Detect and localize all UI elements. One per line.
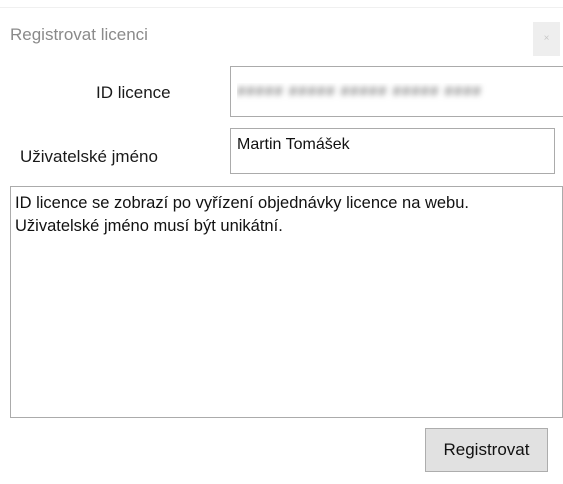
info-line-1: ID licence se zobrazí po vyřízení objedn… [15, 194, 469, 212]
license-id-value: ##### ##### ##### ##### #### [237, 83, 482, 100]
info-textarea[interactable]: ID licence se zobrazí po vyřízení objedn… [10, 186, 563, 418]
license-id-label: ID licence [96, 83, 171, 102]
username-label: Uživatelské jméno [20, 147, 158, 166]
info-line-2: Uživatelské jméno musí být unikátní. [15, 217, 283, 235]
license-id-masked: ##### ##### ##### ##### #### [237, 83, 563, 103]
username-value: Martin Tomášek [237, 136, 350, 153]
dialog-title: Registrovat licenci [10, 25, 148, 44]
username-field[interactable]: Martin Tomášek [230, 128, 555, 174]
top-divider [0, 0, 563, 8]
license-id-field[interactable]: ##### ##### ##### ##### #### [230, 66, 563, 117]
close-icon: × [543, 33, 550, 44]
register-button[interactable]: Registrovat [425, 428, 548, 472]
close-button[interactable]: × [533, 22, 560, 56]
register-license-dialog: Registrovat licenci × ID licence ##### #… [0, 0, 563, 484]
